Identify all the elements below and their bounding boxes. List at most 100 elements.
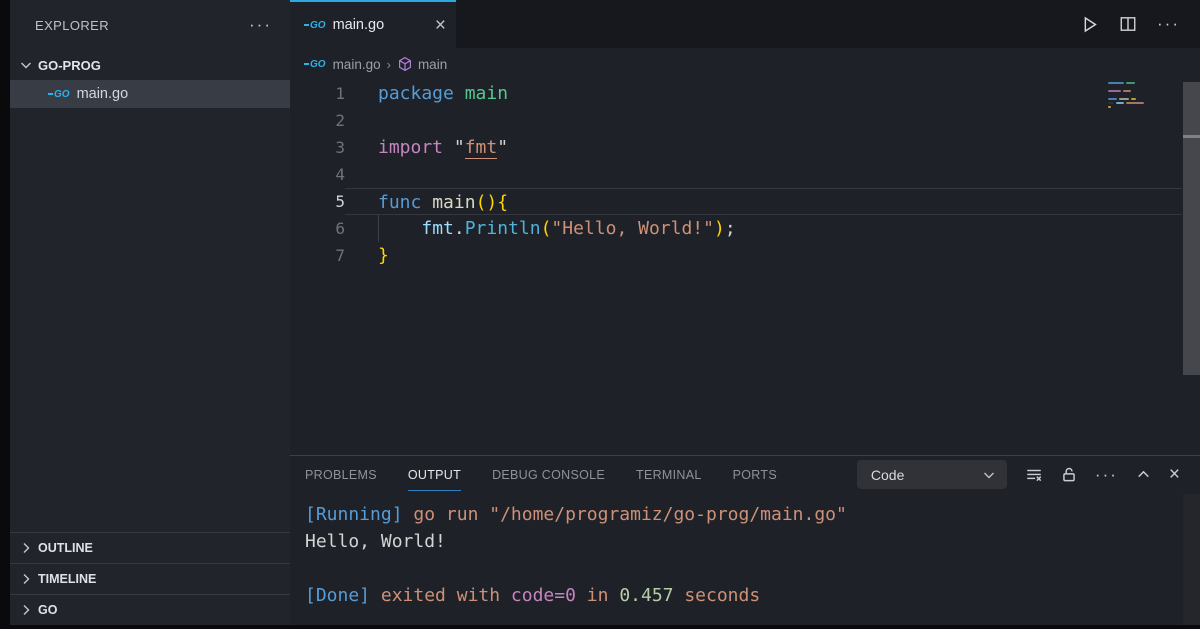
code-content[interactable]: import "fmt" [345,134,1200,161]
output-line: [Done] exited with code=0 in 0.457 secon… [305,582,1200,609]
symbol-cube-icon [397,56,413,72]
section-label: TIMELINE [38,572,96,586]
token: 0.457 [619,585,673,606]
go-file-icon: GO [304,20,326,31]
close-icon[interactable]: × [435,16,446,35]
token: code=0 [511,585,576,606]
panel-scrollbar[interactable] [1183,494,1200,625]
breadcrumb-file[interactable]: main.go [333,57,381,72]
explorer-sidebar: EXPLORER ··· GO-PROG GO main.go OUTLINE T… [10,0,290,625]
code-line[interactable]: 4 [290,161,1200,188]
line-number[interactable]: 3 [290,134,345,161]
token: "Hello, World!" [551,218,714,239]
panel-tab-debug-console[interactable]: DEBUG CONSOLE [492,458,605,491]
code-line[interactable]: 3import "fmt" [290,134,1200,161]
project-label: GO-PROG [38,58,101,73]
output-line [305,555,1200,582]
token [454,83,465,104]
token: main [465,83,508,104]
sidebar-item-main-go[interactable]: GO main.go [10,80,290,108]
line-number[interactable]: 4 [290,161,345,188]
panel-tab-problems[interactable]: PROBLEMS [305,458,377,491]
split-editor-button[interactable] [1119,15,1137,33]
code-content[interactable]: fmt.Println("Hello, World!"); [345,215,1200,242]
code-content[interactable]: package main [345,80,1200,107]
line-number[interactable]: 5 [290,188,345,215]
output-line: Hello, World! [305,528,1200,555]
sidebar-section-go[interactable]: GO [10,594,290,625]
clear-output-icon[interactable] [1025,466,1043,484]
code-line[interactable]: 6 fmt.Println("Hello, World!"); [290,215,1200,242]
token: func [378,192,421,213]
code-content[interactable] [345,107,1200,134]
section-label: OUTLINE [38,541,93,555]
line-number[interactable]: 2 [290,107,345,134]
line-number[interactable]: 7 [290,242,345,269]
panel-tab-ports[interactable]: PORTS [733,458,777,491]
output-channel-select[interactable]: Code [857,460,1007,489]
code-line[interactable]: 7} [290,242,1200,269]
chevron-right-icon [18,571,34,587]
bottom-panel: PROBLEMS OUTPUT DEBUG CONSOLE TERMINAL PORTS… [290,455,1200,625]
sidebar-section-timeline[interactable]: TIMELINE [10,563,290,594]
code-line[interactable]: 5func main(){ [290,188,1200,215]
sidebar-section-outline[interactable]: OUTLINE [10,532,290,563]
token: seconds [674,585,761,606]
line-number[interactable]: 1 [290,80,345,107]
tab-label: main.go [333,17,385,33]
close-icon[interactable]: × [1169,465,1180,484]
editor-group: GO main.go × ··· GO main.go › main 1pack… [290,0,1200,625]
minimap[interactable] [1106,80,1150,200]
panel-tab-output[interactable]: OUTPUT [408,458,461,491]
go-file-icon: GO [48,89,70,100]
line-number[interactable]: 6 [290,215,345,242]
token: ( [541,218,552,239]
more-actions-icon[interactable]: ··· [249,15,272,35]
panel-tabs: PROBLEMS OUTPUT DEBUG CONSOLE TERMINAL PORTS [305,458,808,491]
token: go run "/home/programiz/go-prog/main.go" [403,504,847,525]
token: " [497,137,508,158]
explorer-titlebar: EXPLORER ··· [10,0,290,50]
token: in [576,585,619,606]
code-content[interactable] [345,161,1200,188]
section-label: GO [38,603,57,617]
chevron-up-icon[interactable] [1135,466,1152,483]
token [421,192,432,213]
code-editor[interactable]: 1package main23import "fmt"45func main()… [290,80,1200,455]
token: Hello, World! [305,531,446,552]
panel-actions: ··· × [1007,465,1200,485]
token [378,218,421,239]
token: [Running] [305,504,403,525]
chevron-right-icon [18,540,34,556]
sidebar-bottom-sections: OUTLINE TIMELINE GO [10,532,290,625]
explorer-title: EXPLORER [35,18,109,33]
more-actions-icon[interactable]: ··· [1095,465,1118,485]
code-line[interactable]: 1package main [290,80,1200,107]
unlock-icon[interactable] [1060,466,1078,484]
token: main [432,192,475,213]
token: fmt [465,137,498,159]
token: import [378,137,443,158]
output-line: [Running] go run "/home/programiz/go-pro… [305,501,1200,528]
more-actions-icon[interactable]: ··· [1157,14,1180,34]
sidebar-item-go-prog[interactable]: GO-PROG [10,50,290,80]
code-line[interactable]: 2 [290,107,1200,134]
breadcrumb-separator: › [387,57,391,72]
go-file-icon: GO [304,59,326,70]
file-label: main.go [77,86,129,102]
tab-main-go[interactable]: GO main.go × [290,0,456,48]
code-content[interactable]: func main(){ [345,188,1182,215]
token: Println [465,218,541,239]
output-console: [Running] go run "/home/programiz/go-pro… [290,493,1200,609]
code-content[interactable]: } [345,242,1200,269]
breadcrumb-symbol[interactable]: main [418,57,447,72]
token: ) [714,218,725,239]
panel-tab-terminal[interactable]: TERMINAL [636,458,702,491]
run-button[interactable] [1080,15,1099,34]
editor-toolbar: ··· [1080,0,1200,48]
token: exited with [370,585,511,606]
token: package [378,83,454,104]
editor-scrollbar[interactable] [1183,82,1200,375]
token: [Done] [305,585,370,606]
panel-header: PROBLEMS OUTPUT DEBUG CONSOLE TERMINAL PORTS… [290,456,1200,493]
